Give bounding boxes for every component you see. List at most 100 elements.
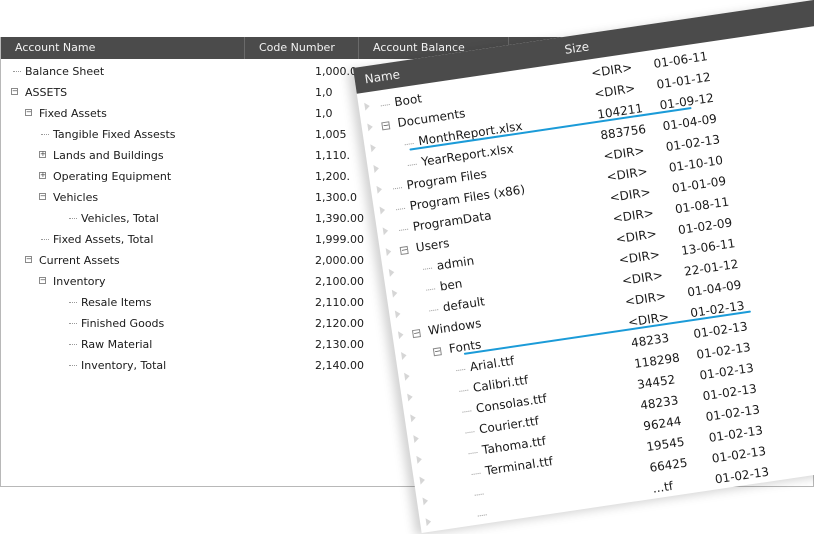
table-row[interactable]: − Fixed Assets 1,0: [1, 103, 371, 124]
table-row[interactable]: Resale Items 2,110.00: [1, 292, 371, 313]
row-indicator-icon: [385, 247, 392, 257]
row-indicator-icon: [367, 122, 374, 132]
tree-connector: [396, 207, 406, 211]
column-header-account-name[interactable]: Account Name: [1, 37, 245, 59]
tree-connector: [459, 389, 469, 392]
row-indicator-icon: [373, 164, 380, 173]
row-account-name: Fixed Assets: [39, 107, 107, 120]
row-account-name: Current Assets: [39, 254, 120, 267]
collapse-icon[interactable]: −: [381, 120, 391, 131]
tree-connector: [471, 472, 481, 476]
row-indicator-icon: [376, 185, 383, 194]
table-row[interactable]: Raw Material 2,130.00: [1, 334, 371, 355]
row-code-number: 2,140.00: [315, 359, 364, 372]
tree-connector: [462, 410, 472, 413]
table-row[interactable]: − Inventory 2,100.00: [1, 271, 371, 292]
tree-connector: [429, 309, 439, 312]
row-indicator-icon: [388, 268, 395, 277]
row-code-number: 1,110.: [315, 149, 350, 162]
row-indicator-icon: [401, 351, 408, 360]
row-account-name: Tangible Fixed Assests: [53, 128, 176, 141]
tree-connector: [69, 323, 77, 324]
tree-connector: [468, 451, 478, 455]
table-row[interactable]: − ASSETS 1,0: [1, 82, 371, 103]
row-code-number: 1,0: [315, 86, 333, 99]
expand-icon[interactable]: +: [39, 172, 46, 179]
tree-connector: [69, 218, 77, 219]
column-header-name[interactable]: Name: [363, 61, 402, 92]
row-account-name: Inventory: [53, 275, 106, 288]
row-account-name: Fixed Assets, Total: [53, 233, 154, 246]
table-row[interactable]: Vehicles, Total 1,390.00: [1, 208, 371, 229]
row-file-name: [490, 503, 493, 524]
tree-connector: [474, 493, 484, 496]
table-row[interactable]: Finished Goods 2,120.00: [1, 313, 371, 334]
row-indicator-icon: [382, 226, 389, 236]
row-indicator-icon: [370, 143, 377, 153]
row-code-number: 2,110.00: [315, 296, 364, 309]
table-row[interactable]: Fixed Assets, Total 1,999.00: [1, 229, 371, 250]
table-row[interactable]: Balance Sheet 1,000.00: [1, 61, 371, 82]
expand-icon[interactable]: +: [39, 151, 46, 158]
tree-connector: [465, 431, 475, 434]
collapse-icon[interactable]: −: [25, 256, 32, 263]
file-tree-grid: Name Size Boot <DIR> 01-06-11− Documents <DI…: [353, 0, 814, 533]
row-account-name: Balance Sheet: [25, 65, 105, 78]
tree-connector: [69, 365, 77, 366]
row-indicator-icon: [364, 102, 371, 111]
row-account-name: Vehicles: [53, 191, 99, 204]
tree-connector: [477, 514, 487, 517]
row-code-number: 2,120.00: [315, 317, 364, 330]
collapse-icon[interactable]: −: [39, 277, 46, 284]
row-indicator-icon: [416, 455, 423, 464]
row-account-name: Operating Equipment: [53, 170, 172, 183]
row-account-name: Finished Goods: [81, 317, 165, 330]
collapse-icon[interactable]: −: [399, 245, 409, 256]
collapse-icon[interactable]: −: [39, 193, 46, 200]
row-indicator-icon: [413, 434, 420, 444]
row-code-number: 2,100.00: [315, 275, 364, 288]
row-account-name: Lands and Buildings: [53, 149, 164, 162]
tree-connector: [41, 239, 49, 240]
row-indicator-icon: [419, 475, 426, 485]
row-file-name: [487, 482, 490, 503]
row-indicator-icon: [397, 330, 405, 340]
row-indicator-icon: [407, 392, 414, 402]
row-indicator-icon: [394, 309, 401, 319]
row-code-number: 1,005: [315, 128, 347, 141]
tree-connector: [69, 302, 77, 303]
tree-connector: [41, 134, 49, 135]
tree-connector: [426, 288, 436, 291]
row-account-name: ASSETS: [25, 86, 68, 99]
table-row[interactable]: − Vehicles 1,300.0: [1, 187, 371, 208]
row-account-name: Raw Material: [81, 338, 153, 351]
table-row[interactable]: + Operating Equipment 1,200.: [1, 166, 371, 187]
table-row[interactable]: Inventory, Total 2,140.00: [1, 355, 371, 376]
tree-connector: [69, 344, 77, 345]
row-account-name: Inventory, Total: [81, 359, 167, 372]
row-indicator-icon: [422, 496, 429, 506]
row-code-number: 2,000.00: [315, 254, 364, 267]
row-code-number: 1,390.00: [315, 212, 364, 225]
column-header-code-number[interactable]: Code Number: [245, 37, 359, 59]
collapse-icon[interactable]: −: [25, 109, 32, 116]
collapse-icon[interactable]: −: [411, 328, 422, 339]
column-header-size[interactable]: Size: [563, 33, 591, 62]
tree-connector: [456, 368, 466, 372]
collapse-icon[interactable]: −: [432, 346, 442, 357]
tree-connector: [407, 163, 417, 167]
row-indicator-icon: [379, 205, 386, 215]
row-code-number: 1,200.: [315, 170, 350, 183]
table-row[interactable]: − Current Assets 2,000.00: [1, 250, 371, 271]
row-account-name: Vehicles, Total: [81, 212, 159, 225]
table-row[interactable]: Tangible Fixed Assests 1,005: [1, 124, 371, 145]
row-indicator-icon: [410, 413, 417, 423]
row-indicator-icon: [404, 372, 411, 381]
tree-connector: [380, 104, 390, 107]
collapse-icon[interactable]: −: [11, 88, 18, 95]
tree-connector: [404, 142, 414, 146]
row-file-size: ...tf: [651, 478, 674, 496]
row-indicator-icon: [391, 288, 398, 298]
table-row[interactable]: + Lands and Buildings 1,110.: [1, 145, 371, 166]
row-code-number: 2,130.00: [315, 338, 364, 351]
